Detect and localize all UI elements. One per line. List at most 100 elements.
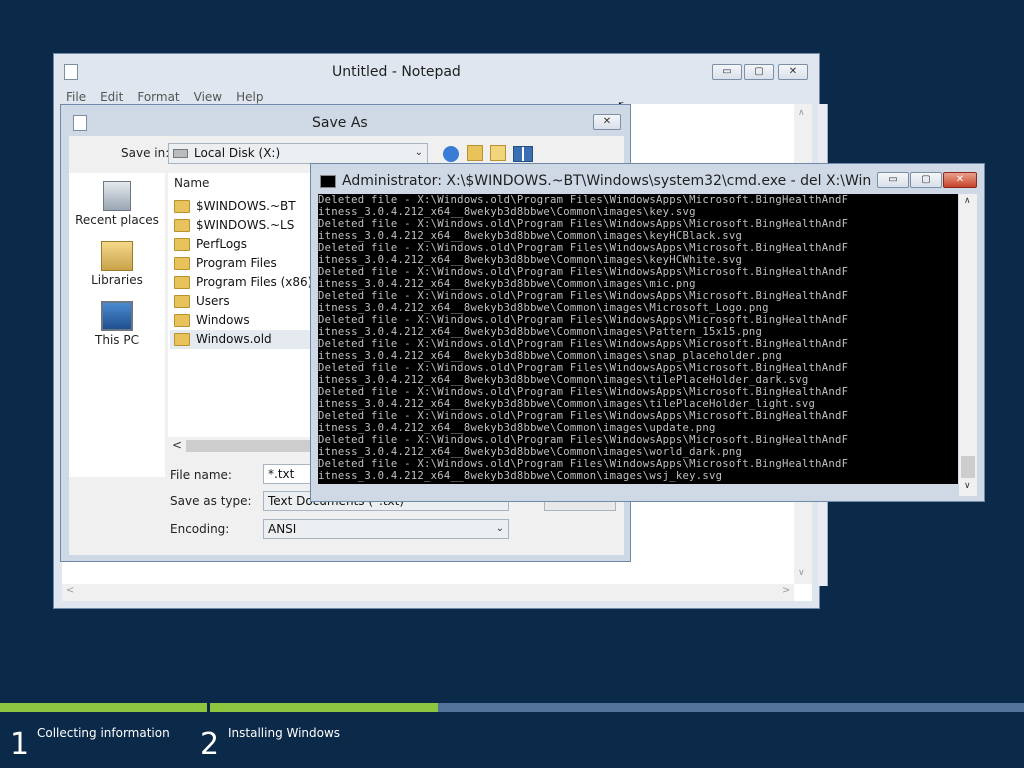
step2-progress-fill (210, 703, 438, 712)
save-as-app-icon (73, 115, 87, 131)
cmd-vertical-scrollbar[interactable]: ∧ ∨ (959, 194, 977, 496)
up-folder-icon[interactable] (467, 145, 483, 161)
save-in-value: Local Disk (X:) (194, 146, 281, 160)
step1-label: Collecting information (37, 726, 170, 740)
console-line: Deleted file - X:\Windows.old\Program Fi… (318, 242, 849, 254)
recent-places-icon (103, 181, 131, 211)
menu-bar: File Edit Format View Help (66, 86, 277, 105)
chevron-down-icon: ⌄ (414, 147, 423, 158)
menu-format[interactable]: Format (137, 90, 179, 104)
maximize-button[interactable]: ▢ (744, 64, 774, 80)
scrollbar-thumb[interactable] (186, 440, 316, 452)
console-line: itness_3.0.4.212_x64__8wekyb3d8bbwe\Comm… (318, 374, 809, 386)
step1-progress-track (0, 703, 207, 712)
scrollbar-thumb[interactable] (961, 456, 975, 478)
drive-icon (173, 149, 188, 158)
console-line: itness_3.0.4.212_x64__8wekyb3d8bbwe\Comm… (318, 326, 763, 338)
scroll-down-icon[interactable]: ∨ (798, 568, 805, 578)
folder-item[interactable]: PerfLogs (174, 235, 247, 254)
scroll-down-icon[interactable]: ∨ (964, 481, 971, 491)
folder-icon (174, 295, 190, 308)
folder-item[interactable]: $WINDOWS.~BT (174, 197, 296, 216)
places-sidebar: Recent places Libraries This PC (69, 173, 165, 477)
folder-item-selected[interactable]: Windows.old (170, 330, 314, 349)
column-header-name[interactable]: Name (174, 176, 209, 190)
folder-item[interactable]: Users (174, 292, 230, 311)
menu-file[interactable]: File (66, 90, 86, 104)
this-pc-icon (101, 301, 133, 331)
step2-progress-track (210, 703, 1024, 712)
folder-icon (174, 314, 190, 327)
scroll-left-icon[interactable]: < (172, 438, 182, 452)
encoding-dropdown[interactable]: ANSI ⌄ (263, 519, 509, 539)
save-as-title: Save As (312, 115, 368, 131)
console-line: itness_3.0.4.212_x64__8wekyb3d8bbwe\Comm… (318, 350, 782, 362)
folder-item[interactable]: Windows (174, 311, 250, 330)
folder-item[interactable]: Program Files (174, 254, 277, 273)
scroll-up-icon[interactable]: ∧ (964, 196, 971, 206)
chevron-down-icon: ⌄ (495, 523, 504, 534)
console-line: Deleted file - X:\Windows.old\Program Fi… (318, 218, 849, 230)
save-in-label: Save in: (121, 146, 170, 160)
encoding-value: ANSI (268, 522, 297, 536)
step2-label: Installing Windows (228, 726, 341, 740)
console-line: itness_3.0.4.212_x64__8wekyb3d8bbwe\Comm… (318, 206, 696, 218)
console-line: Deleted file - X:\Windows.old\Program Fi… (318, 434, 849, 446)
folder-item[interactable]: Program Files (x86) (174, 273, 312, 292)
minimize-button[interactable]: ▭ (712, 64, 742, 80)
console-line: itness_3.0.4.212_x64__8wekyb3d8bbwe\Comm… (318, 446, 743, 458)
cmd-app-icon (320, 175, 336, 188)
console-line: Deleted file - X:\Windows.old\Program Fi… (318, 290, 849, 302)
scroll-right-icon[interactable]: > (782, 585, 790, 596)
folder-icon (174, 238, 190, 251)
cmd-close-button[interactable]: ✕ (943, 172, 977, 188)
menu-edit[interactable]: Edit (100, 90, 123, 104)
back-icon[interactable] (443, 146, 459, 162)
scroll-left-icon[interactable]: < (66, 585, 74, 596)
console-line: itness_3.0.4.212_x64__8wekyb3d8bbwe\Comm… (318, 470, 723, 482)
libraries-icon (101, 241, 133, 271)
encoding-label: Encoding: (170, 522, 230, 536)
save-as-close-button[interactable]: ✕ (593, 114, 621, 130)
console-line: itness_3.0.4.212_x64__8wekyb3d8bbwe\Comm… (318, 302, 769, 314)
save-in-dropdown[interactable]: Local Disk (X:) ⌄ (168, 143, 428, 164)
console-line: Deleted file - X:\Windows.old\Program Fi… (318, 362, 849, 374)
console-line: Deleted file - X:\Windows.old\Program Fi… (318, 410, 849, 422)
view-menu-icon[interactable] (513, 146, 533, 162)
cmd-title: Administrator: X:\$WINDOWS.~BT\Windows\s… (342, 173, 872, 189)
save-as-type-label: Save as type: (170, 494, 252, 508)
console-line: itness_3.0.4.212_x64__8wekyb3d8bbwe\Comm… (318, 278, 696, 290)
folder-icon (174, 219, 190, 232)
console-line: Deleted file - X:\Windows.old\Program Fi… (318, 314, 849, 326)
file-name-label: File name: (170, 468, 232, 482)
cmd-console-output[interactable]: Deleted file - X:\Windows.old\Program Fi… (318, 194, 958, 484)
scroll-up-icon[interactable]: ∧ (798, 108, 805, 118)
step2-number: 2 (200, 727, 220, 762)
step1-progress-fill (0, 703, 207, 712)
sidebar-item-recent-places[interactable]: Recent places (69, 181, 165, 227)
console-line: Deleted file - X:\Windows.old\Program Fi… (318, 266, 849, 278)
sidebar-item-libraries[interactable]: Libraries (69, 241, 165, 287)
sidebar-item-this-pc[interactable]: This PC (69, 301, 165, 347)
folder-icon (174, 200, 190, 213)
notepad-horizontal-scrollbar[interactable]: < > (62, 584, 794, 601)
cmd-maximize-button[interactable]: ▢ (910, 172, 942, 188)
console-line: itness_3.0.4.212_x64__8wekyb3d8bbwe\Comm… (318, 422, 716, 434)
cmd-minimize-button[interactable]: ▭ (877, 172, 909, 188)
console-line: Deleted file - X:\Windows.old\Program Fi… (318, 194, 849, 206)
notepad-title: Untitled - Notepad (332, 64, 461, 80)
console-line: Deleted file - X:\Windows.old\Program Fi… (318, 386, 849, 398)
folder-icon (174, 257, 190, 270)
new-folder-icon[interactable] (490, 145, 506, 161)
menu-help[interactable]: Help (236, 90, 263, 104)
console-line: itness_3.0.4.212_x64__8wekyb3d8bbwe\Comm… (318, 398, 816, 410)
console-line: itness_3.0.4.212_x64__8wekyb3d8bbwe\Comm… (318, 254, 743, 266)
notepad-app-icon (64, 64, 78, 80)
folder-icon (174, 333, 190, 346)
menu-view[interactable]: View (194, 90, 222, 104)
close-button[interactable]: ✕ (778, 64, 808, 80)
folder-item[interactable]: $WINDOWS.~LS (174, 216, 294, 235)
step1-number: 1 (10, 727, 30, 762)
folder-icon (174, 276, 190, 289)
console-line: itness_3.0.4.212_x64__8wekyb3d8bbwe\Comm… (318, 230, 743, 242)
